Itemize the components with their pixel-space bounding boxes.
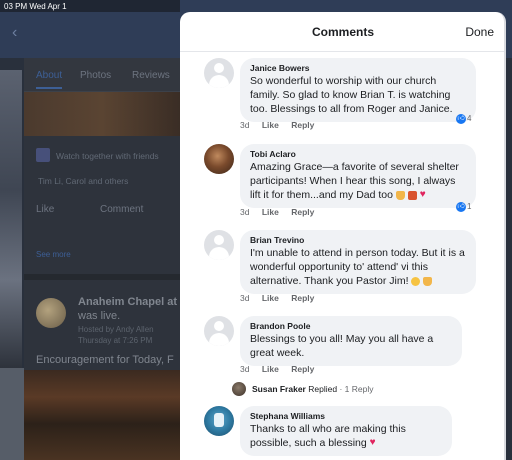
sheet-title: Comments bbox=[311, 25, 374, 39]
background-banner bbox=[24, 92, 180, 136]
reply-button[interactable]: Reply bbox=[291, 120, 314, 130]
like-button[interactable]: Like bbox=[262, 293, 279, 303]
comments-sheet: Comments Done Janice Bowers So wonderful… bbox=[180, 12, 506, 460]
background-post-body: Encouragement for Today, F bbox=[36, 354, 174, 366]
comment-bubble[interactable]: Tobi Aclaro Amazing Grace—a favorite of … bbox=[240, 144, 476, 209]
avatar[interactable] bbox=[204, 144, 234, 174]
status-time: 03 PM bbox=[4, 2, 28, 11]
reply-count: · 1 Reply bbox=[339, 384, 374, 394]
comment-text: I'm unable to attend in person today. Bu… bbox=[250, 247, 465, 287]
like-reaction-icon: 👍︎ bbox=[456, 114, 466, 124]
background-divider bbox=[24, 274, 180, 280]
comment-actions: 3d Like Reply bbox=[240, 364, 324, 374]
reply-author: Susan Fraker bbox=[252, 384, 306, 394]
status-date: Wed Apr 1 bbox=[29, 2, 67, 11]
avatar[interactable] bbox=[204, 316, 234, 346]
watch-party-icon bbox=[36, 148, 50, 162]
like-button[interactable]: Like bbox=[262, 364, 279, 374]
tab-reviews[interactable]: Reviews bbox=[132, 70, 170, 81]
comment-author[interactable]: Brian Trevino bbox=[250, 235, 466, 246]
background-post-avatar bbox=[36, 298, 66, 328]
back-arrow-icon[interactable]: ‹ bbox=[12, 24, 17, 42]
background-comment-button[interactable]: Comment bbox=[100, 204, 143, 215]
comment-author[interactable]: Stephana Williams bbox=[250, 411, 442, 422]
background-post-subtitle: was live. bbox=[78, 310, 121, 322]
comment-text: Blessings to you all! May you all have a… bbox=[250, 333, 434, 359]
background-post-meta: Hosted by Andy Allen bbox=[78, 325, 154, 334]
like-reaction-icon: 👍︎ bbox=[456, 202, 466, 212]
reply-action: Replied bbox=[308, 384, 338, 394]
reply-button[interactable]: Reply bbox=[291, 207, 314, 217]
tab-about[interactable]: About bbox=[36, 70, 63, 89]
comment-actions: 3d Like Reply bbox=[240, 120, 324, 130]
praying-hands-emoji-icon bbox=[395, 190, 405, 200]
reply-button[interactable]: Reply bbox=[291, 364, 314, 374]
comment-bubble[interactable]: Stephana Williams Thanks to all who are … bbox=[240, 406, 452, 457]
background-photo bbox=[0, 70, 22, 370]
background-row-1: Watch together with friends bbox=[56, 151, 159, 161]
comment-time: 3d bbox=[240, 120, 250, 130]
comment-text: So wonderful to worship with our church … bbox=[250, 75, 453, 115]
clapping-emoji-icon bbox=[411, 276, 421, 286]
reaction-count[interactable]: 👍︎ 4 bbox=[456, 114, 471, 125]
reply-button[interactable]: Reply bbox=[291, 293, 314, 303]
avatar[interactable] bbox=[204, 230, 234, 260]
background-video-thumbnail bbox=[24, 370, 180, 460]
background-post-meta: Thursday at 7:26 PM bbox=[78, 336, 153, 345]
heart-emoji-icon: ♥ bbox=[369, 437, 376, 449]
background-like-button[interactable]: Like bbox=[36, 204, 54, 215]
comment-bubble[interactable]: Janice Bowers So wonderful to worship wi… bbox=[240, 58, 476, 122]
comment-bubble[interactable]: Brandon Poole Blessings to you all! May … bbox=[240, 316, 462, 366]
like-button[interactable]: Like bbox=[262, 120, 279, 130]
comment-text: Thanks to all who are making this possib… bbox=[250, 423, 406, 449]
comment-author[interactable]: Tobi Aclaro bbox=[250, 149, 466, 160]
avatar[interactable] bbox=[204, 406, 234, 436]
praying-hands-emoji-icon bbox=[423, 276, 433, 286]
background-row-2: Tim Li, Carol and others bbox=[38, 176, 129, 186]
comment-time: 3d bbox=[240, 293, 250, 303]
see-more-link[interactable]: See more bbox=[36, 250, 71, 259]
done-button[interactable]: Done bbox=[465, 25, 494, 39]
comment-time: 3d bbox=[240, 364, 250, 374]
comment-text: Amazing Grace—a favorite of several shel… bbox=[250, 161, 459, 201]
comment-time: 3d bbox=[240, 207, 250, 217]
comment-author[interactable]: Brandon Poole bbox=[250, 321, 452, 332]
comment-author[interactable]: Janice Bowers bbox=[250, 63, 466, 74]
background-actions: Like Comment bbox=[24, 198, 180, 224]
status-bar: 03 PM Wed Apr 1 bbox=[0, 0, 180, 12]
comment-bubble[interactable]: Brian Trevino I'm unable to attend in pe… bbox=[240, 230, 476, 294]
sheet-header: Comments Done bbox=[180, 12, 504, 52]
avatar[interactable] bbox=[204, 58, 234, 88]
comment-actions: 3d Like Reply bbox=[240, 207, 324, 217]
avatar bbox=[232, 382, 246, 396]
background-post-title: Anaheim Chapel at bbox=[78, 296, 178, 308]
like-button[interactable]: Like bbox=[262, 207, 279, 217]
background-tabs: About Photos Reviews bbox=[24, 58, 180, 92]
heart-emoji-icon: ♥ bbox=[419, 189, 426, 201]
tab-photos[interactable]: Photos bbox=[80, 70, 111, 81]
gift-emoji-icon bbox=[407, 190, 417, 200]
reaction-count[interactable]: 👍︎ 1 bbox=[456, 202, 471, 213]
background-photo bbox=[0, 368, 24, 460]
comment-actions: 3d Like Reply bbox=[240, 293, 324, 303]
